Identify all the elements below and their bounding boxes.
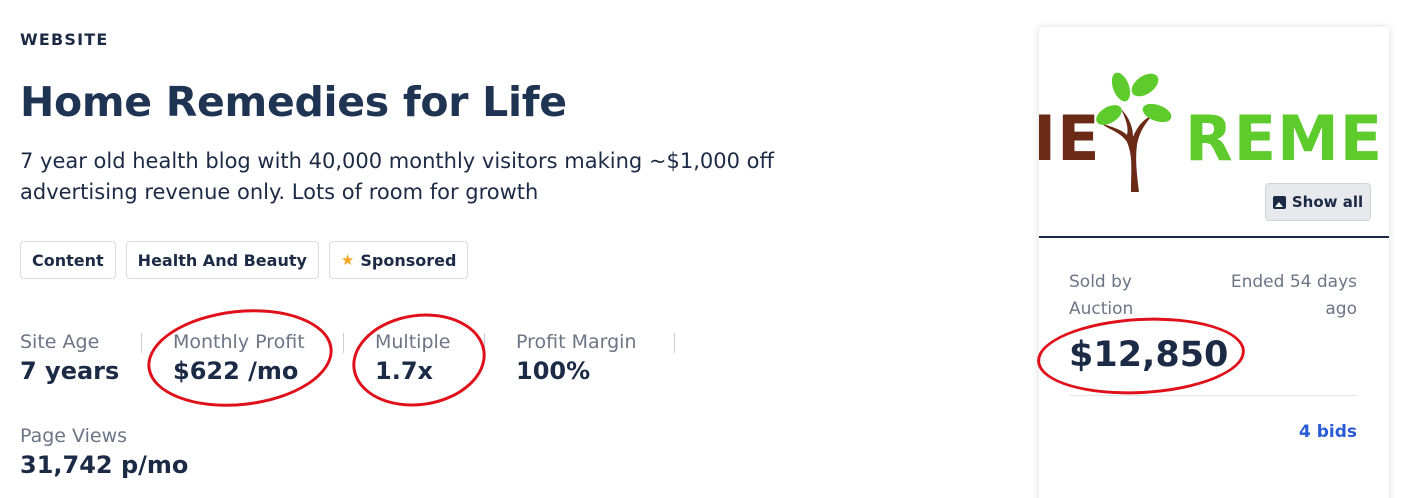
tag-sponsored[interactable]: ★ Sponsored bbox=[328, 241, 469, 279]
listing-description: 7 year old health blog with 40,000 month… bbox=[20, 149, 774, 204]
metric-label: Page Views bbox=[20, 425, 128, 447]
logo-text: REME bbox=[1185, 102, 1384, 175]
tag-content[interactable]: Content bbox=[20, 241, 116, 279]
metric-divider bbox=[141, 333, 142, 353]
ended-text: Ended 54 days ago bbox=[1230, 272, 1357, 319]
star-icon: ★ bbox=[340, 251, 355, 269]
metric-site-age: Site Age 7 years bbox=[20, 331, 119, 385]
metric-divider bbox=[674, 333, 675, 353]
sale-card: IE REME Show all Sold by Auction Ended 5… bbox=[1039, 27, 1389, 498]
image-icon bbox=[1272, 195, 1286, 209]
metric-page-views: Page Views 31,742 p/mo bbox=[20, 425, 188, 479]
bids-link[interactable]: 4 bids bbox=[1299, 419, 1357, 446]
annotation-circle-multiple bbox=[346, 305, 492, 415]
card-divider bbox=[1039, 236, 1389, 238]
show-all-label: Show all bbox=[1291, 193, 1364, 211]
tag-health-and-beauty[interactable]: Health And Beauty bbox=[125, 241, 319, 279]
metric-value: 31,742 p/mo bbox=[20, 451, 189, 479]
price-divider bbox=[1069, 395, 1357, 396]
tag-label: Sponsored bbox=[360, 250, 457, 270]
listing-logo: IE REME Show all bbox=[1039, 27, 1389, 237]
metric-profit-margin: Profit Margin 100% bbox=[516, 331, 637, 385]
metric-label: Site Age bbox=[20, 331, 100, 353]
sold-by-text: Sold by Auction bbox=[1069, 272, 1134, 319]
tree-icon bbox=[1096, 72, 1172, 192]
tag-label: Health And Beauty bbox=[137, 250, 307, 270]
metric-divider bbox=[343, 333, 344, 353]
tag-list: Content Health And Beauty ★ Sponsored bbox=[20, 241, 469, 279]
metric-value: 7 years bbox=[20, 357, 120, 385]
metric-value: 100% bbox=[516, 357, 591, 385]
logo-text: IE bbox=[1039, 102, 1101, 175]
listing-title: Home Remedies for Life bbox=[20, 78, 567, 126]
metric-label: Profit Margin bbox=[516, 331, 637, 353]
category-label: WEBSITE bbox=[20, 30, 109, 49]
show-all-button[interactable]: Show all bbox=[1265, 183, 1371, 221]
tag-label: Content bbox=[32, 250, 104, 270]
annotation-circle-profit bbox=[142, 300, 338, 416]
